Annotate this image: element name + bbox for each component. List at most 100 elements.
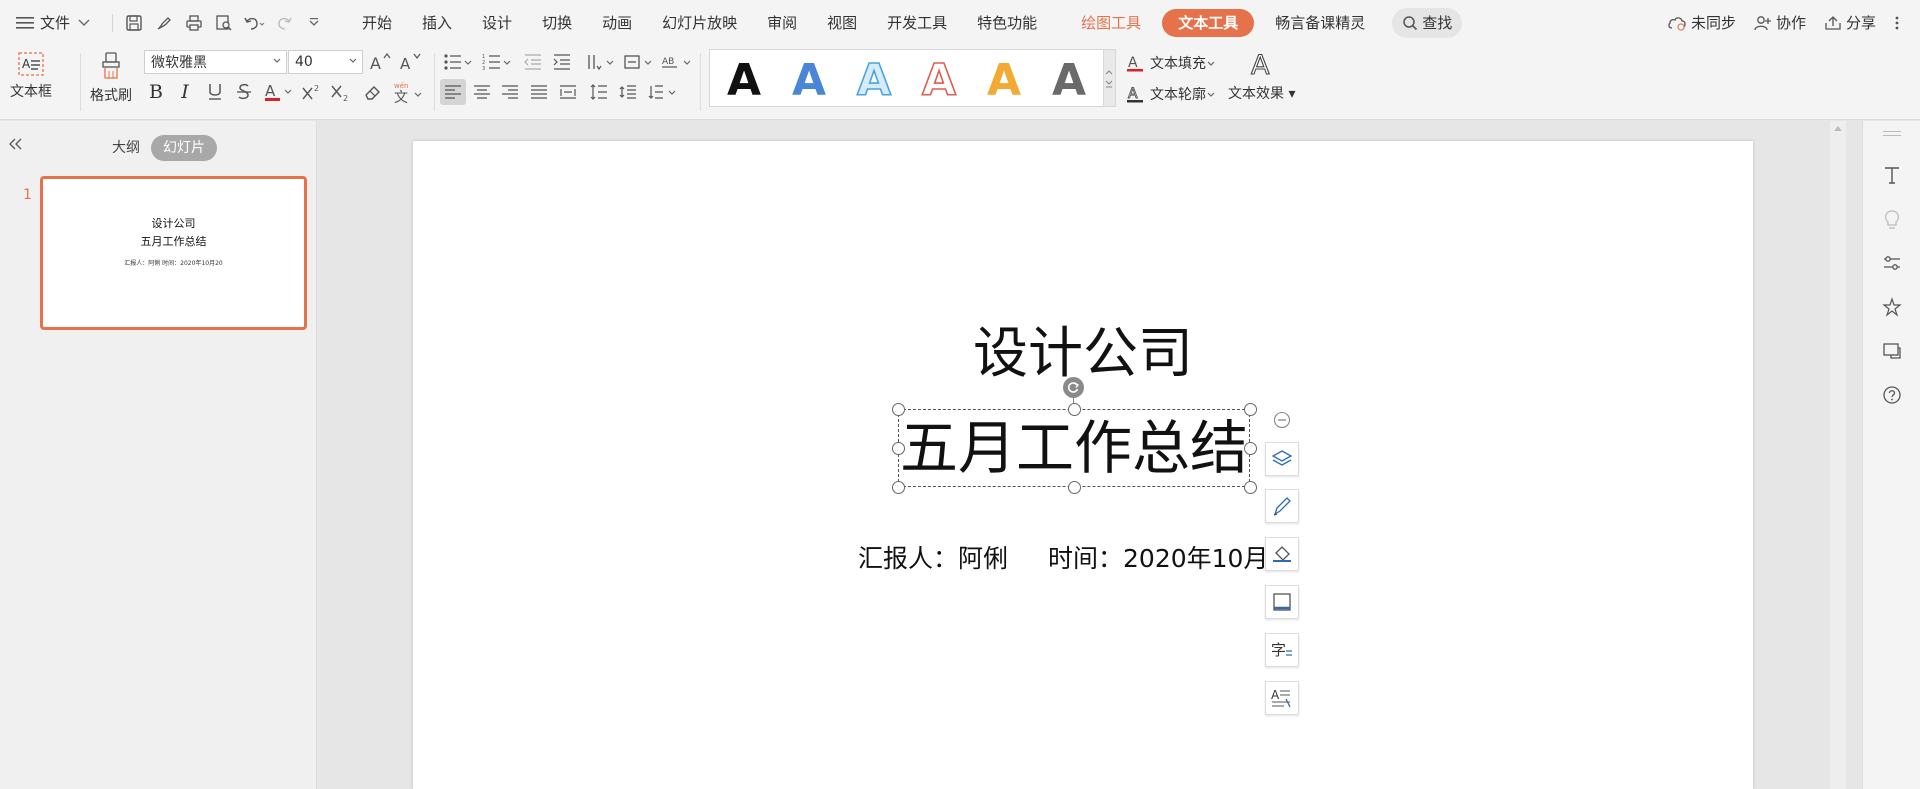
settings-panel-button[interactable] (1880, 251, 1904, 275)
text-effect-quick-button[interactable]: A (1265, 681, 1299, 715)
print-preview-button[interactable] (209, 8, 239, 38)
resize-handle-right[interactable] (1244, 442, 1257, 455)
resize-handle-bottom-right[interactable] (1244, 481, 1257, 494)
font-size-select[interactable]: 40 (288, 50, 363, 74)
shape-fill-button[interactable] (1265, 537, 1299, 571)
text-style-gray[interactable]: A (1039, 50, 1099, 106)
tab-features[interactable]: 特色功能 (962, 9, 1052, 37)
tab-review[interactable]: 审阅 (752, 9, 812, 37)
decrease-font-button[interactable]: A (397, 49, 423, 75)
svg-text:A: A (370, 54, 381, 72)
text-properties-button[interactable] (1880, 163, 1904, 187)
collapse-panel-button[interactable] (8, 137, 24, 151)
tab-home[interactable]: 开始 (347, 9, 407, 37)
convert-smartart-button[interactable]: AB (660, 49, 694, 75)
smart-suggestion-button[interactable] (1880, 207, 1904, 231)
spacing-options-button[interactable] (646, 79, 678, 105)
tab-slideshow[interactable]: 幻灯片放映 (647, 9, 752, 37)
resize-handle-bottom[interactable] (1068, 481, 1081, 494)
file-menu[interactable]: 文件 (16, 8, 90, 38)
increase-font-button[interactable]: A (367, 49, 393, 75)
text-outline-button[interactable]: A 文本轮廓 (1126, 84, 1216, 104)
undo-button[interactable] (239, 8, 269, 38)
tab-insert[interactable]: 插入 (407, 9, 467, 37)
align-text-button[interactable] (622, 49, 654, 75)
subscript-button[interactable]: 2 (328, 79, 354, 105)
font-name-select[interactable]: 微软雅黑 (144, 50, 287, 74)
numbered-list-button[interactable]: 123 (481, 49, 513, 75)
print-button[interactable] (179, 8, 209, 38)
text-effect-button[interactable]: A 文本效果 ▾ (1228, 49, 1295, 103)
tab-animation[interactable]: 动画 (587, 9, 647, 37)
gallery-scroll-button[interactable] (1103, 50, 1115, 106)
text-style-blue[interactable]: A (779, 50, 839, 106)
collapse-toolbar-button[interactable] (1273, 411, 1291, 429)
underline-button[interactable] (202, 79, 228, 105)
customize-toolbar-button[interactable] (299, 8, 329, 38)
rotate-handle[interactable] (1063, 377, 1084, 398)
phonetic-guide-button[interactable]: wén 文 (390, 79, 426, 105)
underline-icon (209, 84, 221, 100)
help-button[interactable] (1880, 383, 1904, 407)
tab-developer[interactable]: 开发工具 (872, 9, 962, 37)
text-fill-button[interactable]: A 文本填充 (1126, 53, 1216, 73)
tab-slides[interactable]: 幻灯片 (151, 135, 217, 161)
increase-indent-button[interactable] (549, 49, 575, 75)
sync-label: 未同步 (1690, 14, 1736, 32)
text-style-black[interactable]: A (714, 50, 774, 106)
align-left-button[interactable] (440, 79, 466, 105)
slide-title[interactable]: 设计公司 (413, 326, 1753, 381)
shape-style-button[interactable] (1265, 489, 1299, 523)
text-format-button[interactable]: 字 (1265, 633, 1299, 667)
tab-view[interactable]: 视图 (812, 9, 872, 37)
tab-text-tools[interactable]: 文本工具 (1162, 8, 1255, 37)
slide[interactable]: 设计公司 五月工作总结 汇报人：阿俐 时间：2020年10月20 字 A (413, 141, 1753, 789)
sync-status-button[interactable]: 未同步 (1667, 12, 1736, 33)
tab-design[interactable]: 设计 (467, 9, 527, 37)
decrease-indent-button[interactable] (520, 49, 546, 75)
tab-lesson-genie[interactable]: 畅言备课精灵 (1260, 9, 1380, 37)
slide-subtitle[interactable]: 五月工作总结 (900, 419, 1248, 477)
resize-handle-top-left[interactable] (892, 403, 905, 416)
vertical-scrollbar[interactable] (1830, 121, 1846, 789)
tab-transitions[interactable]: 切换 (527, 9, 587, 37)
shape-outline-button[interactable] (1265, 585, 1299, 619)
resize-handle-left[interactable] (892, 442, 905, 455)
bold-button[interactable]: B (143, 79, 169, 105)
align-center-button[interactable] (469, 79, 495, 105)
resize-handle-bottom-left[interactable] (892, 481, 905, 494)
resize-handle-top[interactable] (1068, 403, 1081, 416)
tab-drawing-tools[interactable]: 绘图工具 (1066, 9, 1156, 37)
distribute-button[interactable] (555, 79, 581, 105)
textbox-button[interactable]: A 文本框 (10, 51, 52, 101)
selected-textbox[interactable]: 五月工作总结 (898, 409, 1250, 487)
collaborate-button[interactable]: 协作 (1754, 12, 1806, 33)
text-style-light-blue[interactable]: A (844, 50, 904, 106)
justify-button[interactable] (526, 79, 552, 105)
align-right-button[interactable] (497, 79, 523, 105)
more-menu-button[interactable] (1894, 15, 1900, 31)
text-style-red-outline[interactable]: A (909, 50, 969, 106)
line-spacing-button[interactable] (586, 79, 612, 105)
slide-thumbnail[interactable]: 设计公司 五月工作总结 汇报人：阿俐 时间：2020年10月20 (40, 176, 307, 330)
redo-button[interactable] (269, 8, 299, 38)
layer-button[interactable] (1265, 442, 1299, 476)
share-button[interactable]: 分享 (1824, 12, 1876, 33)
format-painter-button[interactable]: 格式刷 (90, 51, 132, 105)
text-style-orange[interactable]: A (974, 50, 1034, 106)
format-painter-quick-button[interactable] (149, 8, 179, 38)
save-button[interactable] (119, 8, 149, 38)
strikethrough-button[interactable] (231, 79, 257, 105)
slide-switch-button[interactable] (1880, 339, 1904, 363)
resize-handle-top-right[interactable] (1244, 403, 1257, 416)
tab-outline[interactable]: 大纲 (100, 135, 152, 161)
superscript-button[interactable]: 2 (299, 79, 325, 105)
bullet-list-button[interactable] (442, 49, 474, 75)
font-color-button[interactable]: A (262, 79, 296, 105)
animation-panel-button[interactable] (1880, 295, 1904, 319)
clear-format-button[interactable] (360, 79, 386, 105)
italic-button[interactable]: I (172, 79, 198, 105)
paragraph-spacing-button[interactable] (615, 79, 641, 105)
search-button[interactable]: 查找 (1392, 7, 1463, 38)
text-direction-button[interactable] (584, 49, 616, 75)
